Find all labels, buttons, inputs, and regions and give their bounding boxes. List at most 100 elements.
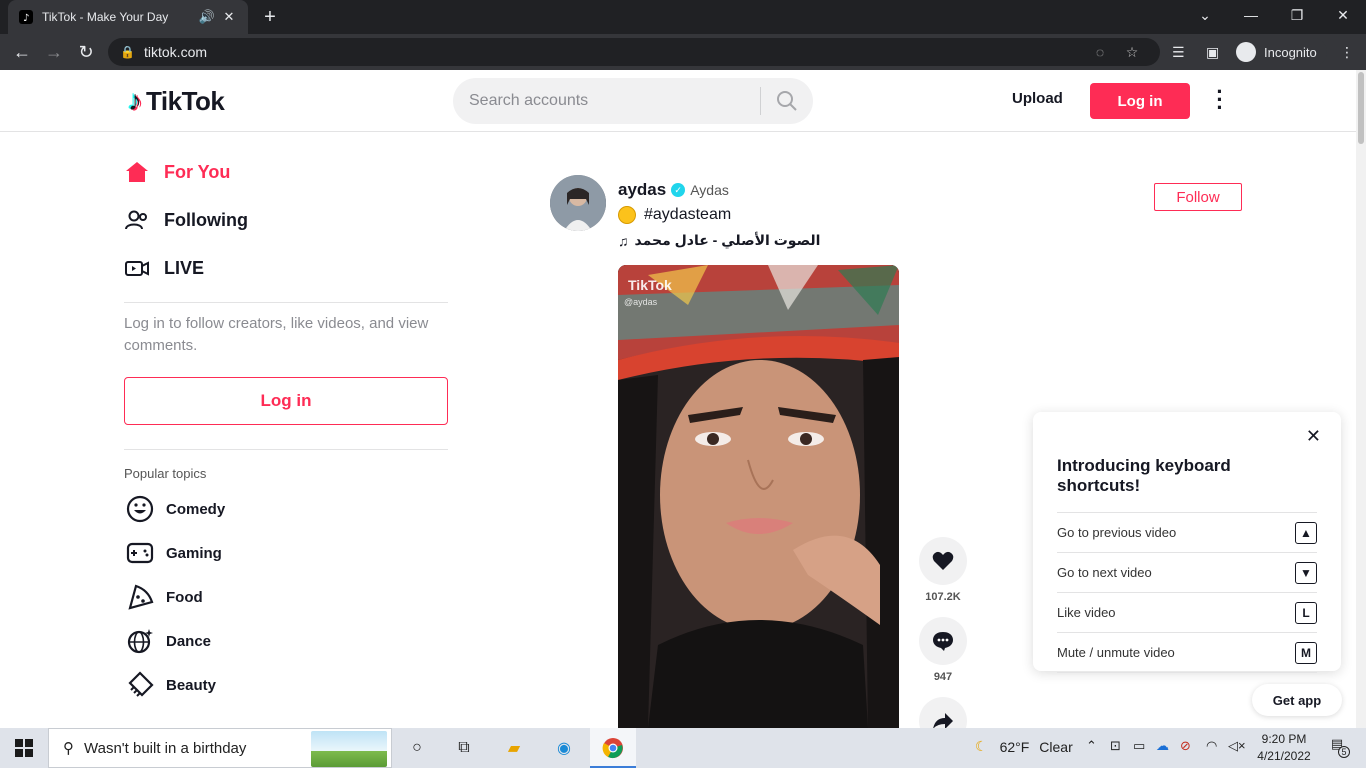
more-menu-icon[interactable]: · · · bbox=[1208, 81, 1232, 119]
creator-avatar[interactable] bbox=[550, 175, 606, 231]
tab-close-icon[interactable]: ✕ bbox=[220, 9, 238, 25]
moon-icon: ☾ bbox=[975, 738, 988, 754]
reading-list-icon[interactable]: ☰ bbox=[1172, 40, 1185, 64]
speaker-icon[interactable]: 🔊 bbox=[198, 9, 216, 25]
minimize-button[interactable]: — bbox=[1228, 0, 1274, 30]
windows-logo-icon bbox=[15, 739, 33, 757]
video-player[interactable]: TikTok @aydas bbox=[618, 265, 899, 728]
search-input[interactable] bbox=[453, 78, 760, 124]
browser-menu-icon[interactable]: ⋮ bbox=[1340, 40, 1354, 64]
topic-beauty[interactable]: Beauty bbox=[124, 663, 448, 707]
comment-action[interactable]: 947 bbox=[919, 617, 967, 683]
battery-icon[interactable]: ▭ bbox=[1133, 738, 1145, 754]
volume-mute-icon[interactable]: ◁× bbox=[1228, 738, 1246, 754]
nav-for-you[interactable]: For You bbox=[124, 148, 448, 196]
users-icon bbox=[124, 206, 156, 234]
task-view-icon[interactable]: ⧉ bbox=[452, 736, 476, 760]
chrome-taskbar-button[interactable] bbox=[590, 728, 636, 768]
hashtag-link[interactable]: #aydasteam bbox=[644, 206, 731, 224]
shortcut-label: Go to previous video bbox=[1057, 525, 1177, 540]
sidebar-login-button[interactable]: Log in bbox=[124, 377, 448, 425]
page-scrollbar[interactable] bbox=[1356, 70, 1366, 728]
star-icon[interactable]: ☆ bbox=[1116, 44, 1148, 61]
m-key-icon: M bbox=[1295, 641, 1317, 664]
upload-link[interactable]: Upload bbox=[1012, 90, 1063, 107]
back-button[interactable]: ← bbox=[10, 40, 34, 64]
reload-button[interactable]: ↻ bbox=[74, 40, 98, 64]
video-frame bbox=[618, 265, 899, 728]
like-action[interactable]: 107.2K bbox=[919, 537, 967, 603]
gamepad-icon bbox=[124, 538, 156, 568]
browser-tab-bar: ♪ TikTok - Make Your Day 🔊 ✕ + ⌄ — ❐ ✕ bbox=[0, 0, 1366, 34]
weather-widget[interactable]: ☾ 62°F Clear bbox=[975, 738, 1073, 755]
verified-icon: ✓ bbox=[671, 183, 686, 197]
forward-button[interactable]: → bbox=[42, 40, 66, 64]
header-login-button[interactable]: Log in bbox=[1090, 83, 1190, 119]
chevron-up-icon[interactable]: ⌃ bbox=[1086, 738, 1097, 754]
nav-label: LIVE bbox=[164, 257, 205, 278]
topic-gaming[interactable]: Gaming bbox=[124, 531, 448, 575]
incognito-indicator[interactable]: Incognito bbox=[1232, 38, 1327, 66]
shortcut-row: Like video L bbox=[1057, 593, 1317, 633]
file-explorer-icon[interactable]: ▰ bbox=[502, 736, 526, 760]
search-icon bbox=[777, 91, 797, 111]
nav-following[interactable]: Following bbox=[124, 196, 448, 244]
topic-comedy[interactable]: Comedy bbox=[124, 487, 448, 531]
music-title: الصوت الأصلي - عادل محمد bbox=[634, 232, 821, 248]
wifi-icon[interactable]: ◠ bbox=[1206, 738, 1217, 754]
topic-dance[interactable]: Dance bbox=[124, 619, 448, 663]
nav-live[interactable]: LIVE bbox=[124, 244, 448, 292]
eye-off-icon[interactable]: ◌ bbox=[1084, 44, 1116, 60]
shortcut-row: Go to previous video ▲ bbox=[1057, 513, 1317, 553]
creator-nickname: Aydas bbox=[690, 182, 729, 198]
share-button[interactable] bbox=[919, 697, 967, 728]
live-icon bbox=[124, 254, 156, 282]
edge-icon[interactable]: ◉ bbox=[552, 736, 576, 760]
cortana-icon[interactable]: ○ bbox=[405, 736, 429, 760]
video-watermark-handle: @aydas bbox=[624, 297, 658, 307]
address-bar[interactable]: 🔒 tiktok.com ◌ ☆ bbox=[108, 38, 1160, 66]
start-button[interactable] bbox=[0, 728, 48, 768]
share-action[interactable] bbox=[919, 697, 967, 728]
restore-button[interactable]: ❐ bbox=[1274, 0, 1320, 30]
scrollbar-thumb[interactable] bbox=[1358, 72, 1364, 144]
taskbar-clock[interactable]: 9:20 PM 4/21/2022 bbox=[1250, 731, 1318, 765]
browser-tab[interactable]: ♪ TikTok - Make Your Day 🔊 ✕ bbox=[8, 0, 248, 34]
tiktok-favicon-icon: ♪ bbox=[18, 9, 34, 25]
taskbar-search[interactable]: ⚲ Wasn't built in a birthday bbox=[48, 728, 392, 768]
emoji-icon bbox=[618, 206, 636, 224]
search-icon: ⚲ bbox=[63, 740, 74, 757]
shortcut-label: Go to next video bbox=[1057, 565, 1152, 580]
like-button[interactable] bbox=[919, 537, 967, 585]
follow-button[interactable]: Follow bbox=[1154, 183, 1242, 211]
creator-name-row[interactable]: aydas ✓ Aydas bbox=[618, 180, 729, 200]
creator-username[interactable]: aydas bbox=[618, 180, 666, 200]
tab-title: TikTok - Make Your Day bbox=[42, 10, 169, 24]
tab-search-icon[interactable]: ⌄ bbox=[1182, 0, 1228, 30]
side-panel-icon[interactable]: ▣ bbox=[1206, 40, 1219, 64]
meet-icon[interactable]: ⊡ bbox=[1110, 738, 1121, 754]
close-window-button[interactable]: ✕ bbox=[1320, 0, 1366, 30]
onedrive-icon[interactable]: ☁ bbox=[1156, 738, 1169, 754]
url-text: tiktok.com bbox=[144, 44, 208, 60]
windows-taskbar: ⚲ Wasn't built in a birthday ○ ⧉ ▰ ◉ ☾ 6… bbox=[0, 728, 1366, 768]
nav-label: For You bbox=[164, 161, 231, 182]
music-link[interactable]: ♫ الصوت الأصلي - عادل محمد bbox=[618, 232, 820, 249]
logo-text: TikTok bbox=[146, 85, 225, 116]
comment-button[interactable] bbox=[919, 617, 967, 665]
clock-time: 9:20 PM bbox=[1261, 732, 1307, 746]
tiktok-logo[interactable]: ♪ TikTok bbox=[128, 84, 225, 118]
get-app-button[interactable]: Get app bbox=[1252, 684, 1342, 716]
comment-icon bbox=[933, 632, 953, 651]
notification-count: 5 bbox=[1338, 746, 1350, 758]
search-button[interactable] bbox=[761, 78, 813, 124]
arrow-down-key-icon: ▼ bbox=[1295, 561, 1317, 584]
close-icon[interactable]: ✕ bbox=[1306, 426, 1321, 447]
video-watermark: TikTok bbox=[628, 277, 672, 293]
notifications-button[interactable]: ▤ 5 bbox=[1326, 736, 1350, 758]
topic-label: Dance bbox=[166, 632, 212, 650]
network-error-icon[interactable]: ⊘ bbox=[1180, 738, 1191, 754]
topic-food[interactable]: Food bbox=[124, 575, 448, 619]
new-tab-button[interactable]: + bbox=[258, 5, 282, 29]
heart-icon bbox=[932, 551, 954, 570]
